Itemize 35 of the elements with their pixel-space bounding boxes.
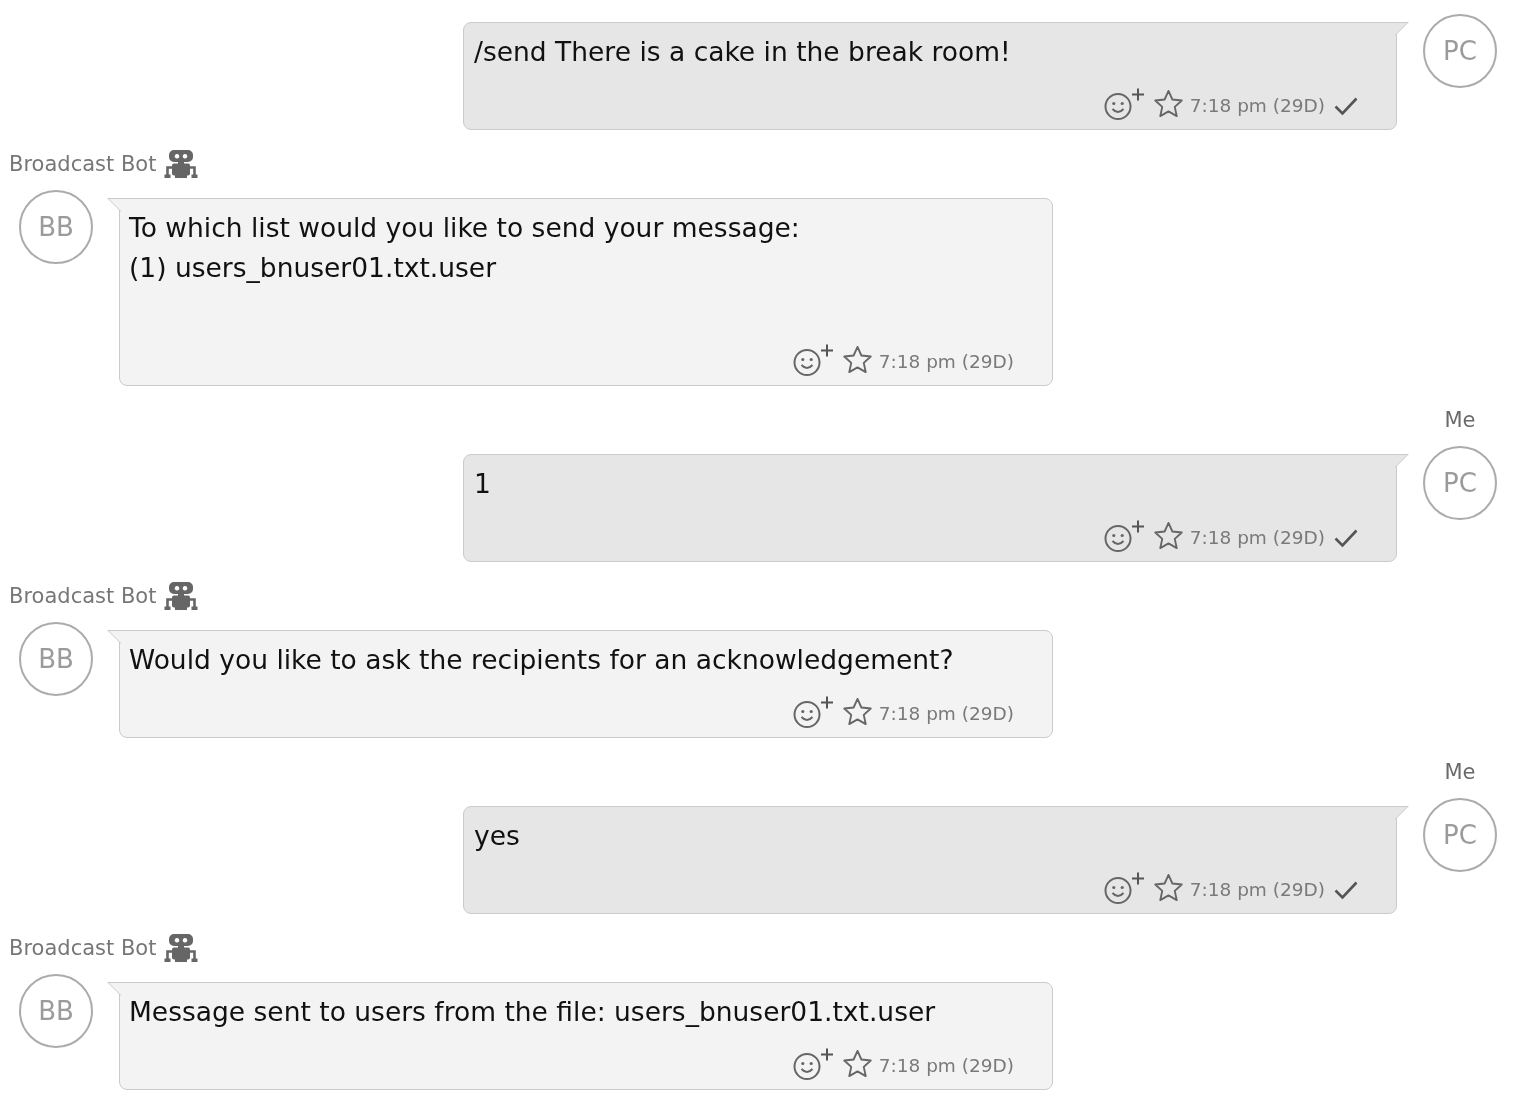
message-text: yes bbox=[474, 819, 521, 853]
add-reaction-icon[interactable] bbox=[792, 344, 835, 376]
sender-name: Broadcast Bot bbox=[9, 583, 157, 609]
avatar-initials: BB bbox=[19, 974, 93, 1048]
avatar-initials: BB bbox=[19, 622, 93, 696]
timestamp: 7:18 pm (29D) bbox=[1189, 526, 1325, 551]
timestamp: 7:18 pm (29D) bbox=[1189, 94, 1325, 119]
add-reaction-icon[interactable] bbox=[792, 1048, 835, 1080]
star-icon[interactable] bbox=[1152, 873, 1184, 903]
avatar-initials: PC bbox=[1423, 14, 1497, 88]
add-reaction-icon[interactable] bbox=[1103, 88, 1146, 120]
message-text: Message sent to users from the file: users_bnuser01.txt.user bbox=[129, 995, 937, 1029]
timestamp: 7:18 pm (29D) bbox=[878, 350, 1014, 375]
avatar-initials: PC bbox=[1423, 798, 1497, 872]
avatar-initials: BB bbox=[19, 190, 93, 264]
message-text: /send There is a cake in the break room! bbox=[474, 35, 1012, 69]
sender-name: Me bbox=[1443, 407, 1477, 433]
sender-name: Broadcast Bot bbox=[9, 151, 157, 177]
timestamp: 7:18 pm (29D) bbox=[1189, 878, 1325, 903]
timestamp: 7:18 pm (29D) bbox=[878, 1054, 1014, 1079]
add-reaction-icon[interactable] bbox=[1103, 520, 1146, 552]
star-icon[interactable] bbox=[841, 345, 873, 375]
message-text: Would you like to ask the recipients for an acknowledgement? bbox=[129, 643, 955, 677]
message-text: 1 bbox=[474, 467, 492, 501]
star-icon[interactable] bbox=[1152, 89, 1184, 119]
message-text: To which list would you like to send your message: (1) users_bnuser01.txt.user bbox=[129, 211, 801, 285]
avatar-initials: PC bbox=[1423, 446, 1497, 520]
add-reaction-icon[interactable] bbox=[792, 696, 835, 728]
sender-name: Broadcast Bot bbox=[9, 935, 157, 961]
add-reaction-icon[interactable] bbox=[1103, 872, 1146, 904]
timestamp: 7:18 pm (29D) bbox=[878, 702, 1014, 727]
star-icon[interactable] bbox=[1152, 521, 1184, 551]
star-icon[interactable] bbox=[841, 1049, 873, 1079]
sender-name: Me bbox=[1443, 759, 1477, 785]
star-icon[interactable] bbox=[841, 697, 873, 727]
